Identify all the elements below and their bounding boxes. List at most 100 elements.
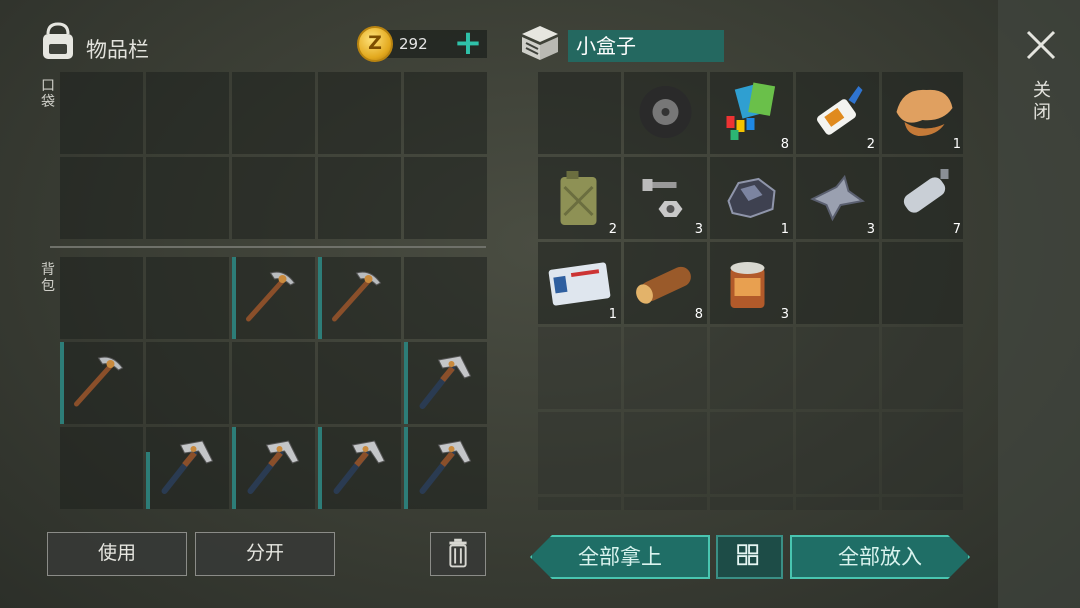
coin-count: 292 — [399, 35, 428, 53]
backpack-label: 背包 — [41, 262, 55, 294]
backpack-slot[interactable] — [232, 427, 315, 509]
item-count: 3 — [694, 222, 703, 237]
item-count: 3 — [780, 307, 789, 322]
backpack-icon — [43, 22, 73, 59]
container-slot[interactable] — [710, 497, 793, 510]
container-slot[interactable] — [796, 497, 879, 510]
backpack-slot[interactable] — [60, 427, 143, 509]
backpack-slot[interactable] — [60, 342, 143, 424]
use-button[interactable]: 使用 — [47, 532, 187, 576]
item-count: 1 — [952, 137, 961, 152]
container-slot[interactable]: 1 — [710, 157, 793, 239]
split-button[interactable]: 分开 — [195, 532, 335, 576]
durability-bar — [404, 427, 408, 509]
backpack-slot[interactable] — [146, 427, 229, 509]
container-slot[interactable] — [624, 72, 707, 154]
pocket-slot[interactable] — [60, 157, 143, 239]
backpack-slot[interactable] — [232, 257, 315, 339]
container-slot[interactable]: 3 — [710, 242, 793, 324]
container-slot[interactable]: 2 — [538, 157, 621, 239]
pocket-slot[interactable] — [60, 72, 143, 154]
grid-layout-icon — [737, 544, 759, 566]
backpack-slot[interactable] — [146, 257, 229, 339]
hammer-icon — [419, 355, 472, 409]
close-icon[interactable] — [1024, 28, 1058, 62]
backpack-slot[interactable] — [318, 427, 401, 509]
backpack-slot[interactable] — [404, 427, 487, 509]
take-all-button[interactable]: 全部拿上 — [530, 535, 710, 579]
container-slot[interactable] — [882, 497, 963, 510]
container-title: 小盒子 — [568, 30, 724, 62]
container-slot[interactable] — [882, 327, 963, 409]
pocket-slot[interactable] — [404, 157, 487, 239]
container-slot[interactable] — [710, 412, 793, 494]
item-count: 7 — [952, 222, 961, 237]
pocket-slot[interactable] — [146, 157, 229, 239]
container-slot[interactable]: 2 — [796, 72, 879, 154]
pocket-slot[interactable] — [318, 72, 401, 154]
pickaxe-icon — [332, 271, 382, 322]
tire-icon — [639, 86, 692, 138]
pocket-slot[interactable] — [318, 157, 401, 239]
add-coins-button[interactable]: + — [453, 26, 483, 62]
container-grid: 82123137183 — [538, 72, 963, 510]
container-slot[interactable]: 7 — [882, 157, 963, 239]
container-slot[interactable] — [710, 327, 793, 409]
durability-bar — [232, 257, 236, 339]
backpack-slot[interactable] — [146, 342, 229, 424]
container-slot[interactable] — [538, 72, 621, 154]
item-count: 2 — [608, 222, 617, 237]
close-label[interactable]: 关闭 — [1032, 80, 1052, 124]
leather-icon — [896, 89, 953, 136]
trash-button[interactable] — [430, 532, 486, 576]
pocket-slot[interactable] — [146, 72, 229, 154]
hammer-icon — [247, 440, 300, 494]
item-count: 8 — [694, 307, 703, 322]
pocket-label: 口袋 — [41, 78, 55, 110]
durability-bar — [146, 451, 150, 509]
item-count: 1 — [780, 222, 789, 237]
container-slot[interactable] — [796, 412, 879, 494]
container-slot[interactable]: 8 — [624, 242, 707, 324]
backpack-grid — [60, 257, 487, 509]
durability-bar — [404, 342, 408, 424]
container-slot[interactable]: 1 — [882, 72, 963, 154]
container-slot[interactable]: 3 — [796, 157, 879, 239]
hammer-icon — [161, 440, 214, 494]
container-slot[interactable] — [882, 412, 963, 494]
container-slot[interactable] — [624, 327, 707, 409]
durability-bar — [232, 427, 236, 509]
pocket-slot[interactable] — [232, 157, 315, 239]
bottle-icon — [903, 169, 949, 213]
item-count: 3 — [866, 222, 875, 237]
durability-bar — [60, 342, 64, 424]
container-slot[interactable]: 8 — [710, 72, 793, 154]
pocket-grid — [60, 72, 487, 239]
container-slot[interactable] — [538, 412, 621, 494]
sort-button[interactable] — [716, 535, 783, 579]
container-grid-scroll[interactable]: 82123137183 — [538, 72, 963, 510]
item-count: 1 — [608, 307, 617, 322]
hammer-icon — [419, 440, 472, 494]
pocket-slot[interactable] — [232, 72, 315, 154]
container-slot[interactable] — [624, 497, 707, 510]
trash-icon — [449, 538, 467, 568]
put-all-button[interactable]: 全部放入 — [790, 535, 970, 579]
backpack-slot[interactable] — [404, 342, 487, 424]
container-slot[interactable] — [624, 412, 707, 494]
container-slot[interactable] — [796, 242, 879, 324]
container-slot[interactable] — [796, 327, 879, 409]
backpack-slot[interactable] — [232, 342, 315, 424]
backpack-slot[interactable] — [318, 342, 401, 424]
container-slot[interactable] — [538, 327, 621, 409]
box-icon — [522, 26, 558, 60]
container-slot[interactable]: 3 — [624, 157, 707, 239]
container-slot[interactable] — [538, 497, 621, 510]
container-slot[interactable]: 1 — [538, 242, 621, 324]
container-slot[interactable] — [882, 242, 963, 324]
inventory-title: 物品栏 — [86, 38, 149, 62]
pocket-slot[interactable] — [404, 72, 487, 154]
backpack-slot[interactable] — [404, 257, 487, 339]
backpack-slot[interactable] — [60, 257, 143, 339]
backpack-slot[interactable] — [318, 257, 401, 339]
